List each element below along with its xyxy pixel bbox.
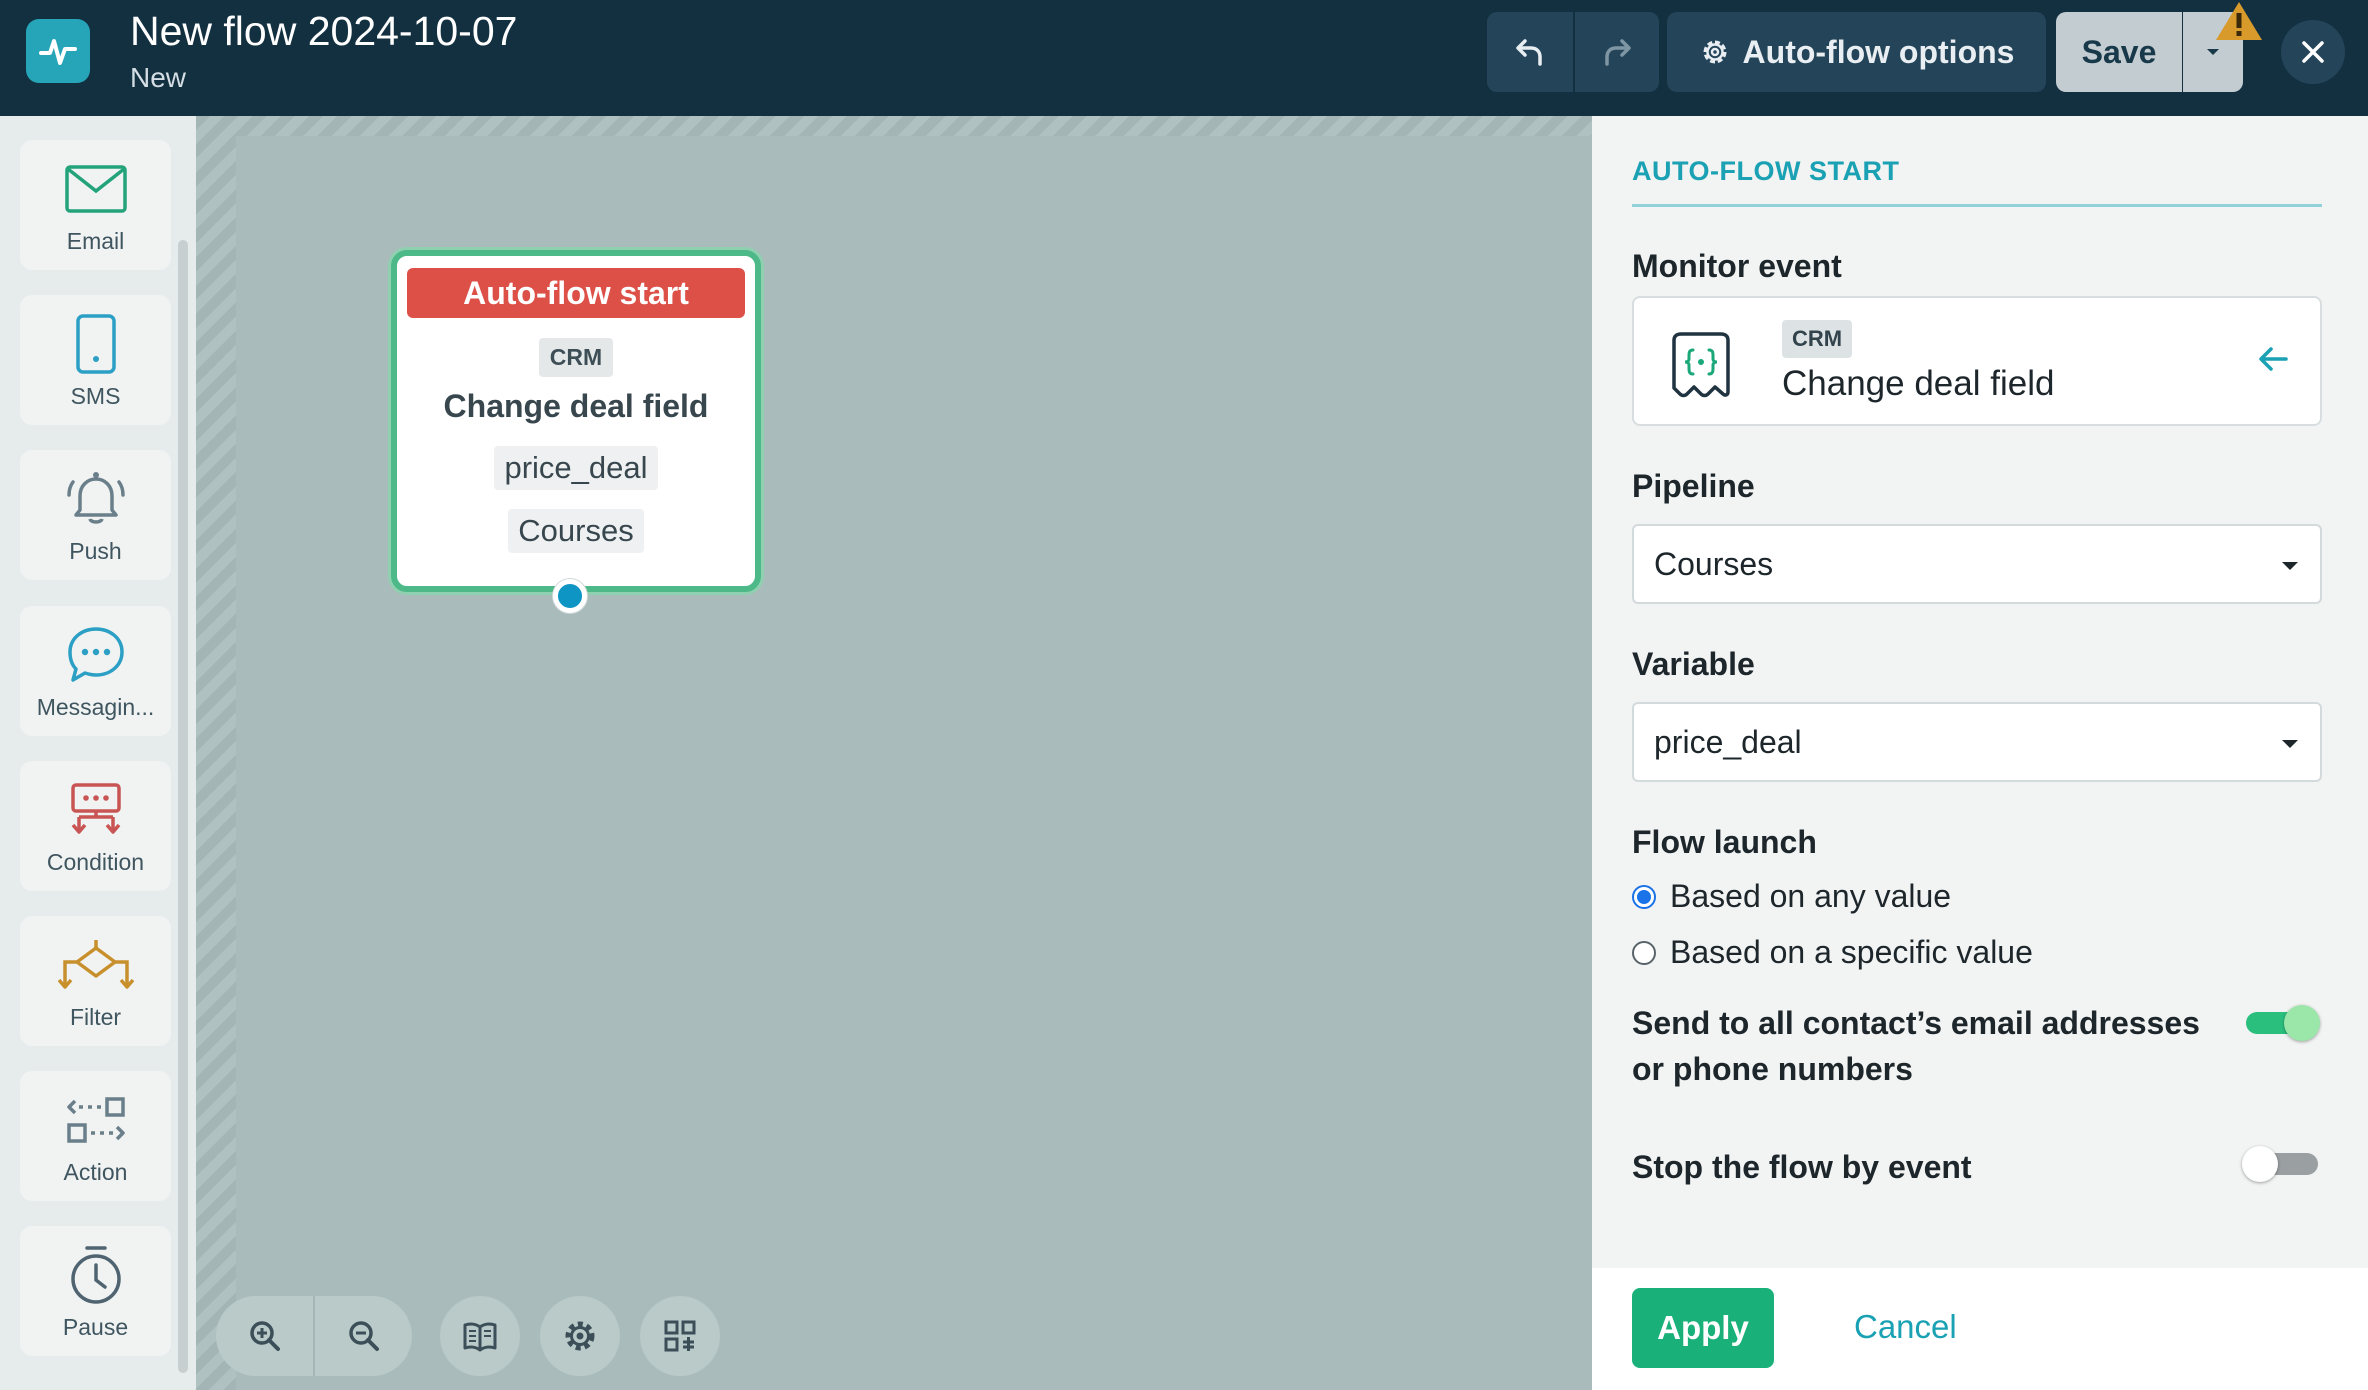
crm-event-icon	[1672, 332, 1730, 398]
toolbox-item-label: Filter	[69, 1004, 122, 1030]
apply-button[interactable]: Apply	[1632, 1288, 1774, 1368]
save-button[interactable]: Save	[2056, 12, 2182, 92]
envelope-icon	[64, 165, 127, 213]
undo-icon	[1516, 39, 1542, 66]
flow-status: New	[130, 62, 187, 93]
radio-unselected[interactable]	[1632, 940, 1656, 965]
zoom-in-button[interactable]	[216, 1296, 313, 1376]
chat-bubble-icon	[67, 627, 124, 682]
node-output-connector[interactable]	[553, 579, 587, 613]
variable-label: Variable	[1632, 646, 1755, 682]
undo-button[interactable]	[1487, 12, 1573, 92]
panel-footer: Apply Cancel	[1592, 1268, 2368, 1390]
send-all-contacts-toggle[interactable]	[2242, 1001, 2320, 1041]
zoom-out-button[interactable]	[313, 1296, 412, 1376]
toolbox-item-label: Email	[66, 228, 125, 254]
canvas-settings-button[interactable]	[540, 1296, 620, 1376]
cancel-button[interactable]: Cancel	[1854, 1308, 1957, 1346]
toolbox-item-push[interactable]: Push	[20, 450, 171, 580]
variable-value: price_deal	[1654, 723, 1802, 760]
node-tag: CRM	[538, 338, 614, 377]
settings-panel: AUTO-FLOW START Monitor event CRM Change…	[1592, 116, 2368, 1390]
toolbox-item-filter[interactable]: Filter	[20, 916, 171, 1046]
launch-option-any-value[interactable]: Based on any value	[1632, 878, 1951, 915]
auto-flow-start-node[interactable]: Auto-flow start CRM Change deal field pr…	[391, 250, 761, 613]
zoom-in-icon	[249, 1321, 280, 1351]
redo-icon	[1605, 39, 1631, 66]
node-event: Change deal field	[443, 388, 709, 424]
zoom-controls	[216, 1296, 412, 1376]
caret-down-icon	[2282, 562, 2298, 570]
variable-select[interactable]: price_deal	[1632, 702, 2322, 782]
caret-down-icon	[2282, 740, 2298, 748]
monitor-event-card[interactable]: CRM Change deal field	[1632, 296, 2322, 426]
canvas-edge-hatch	[196, 116, 1592, 136]
zoom-out-icon	[348, 1321, 379, 1351]
stop-flow-by-event-toggle[interactable]	[2242, 1142, 2320, 1182]
stop-flow-by-event-label: Stop the flow by event	[1632, 1149, 1972, 1185]
phone-icon	[75, 314, 116, 374]
node-pipeline-chip: Courses	[508, 509, 644, 553]
node-variable-chip: price_deal	[494, 446, 658, 490]
gear-icon	[565, 1321, 595, 1351]
arrow-left-icon[interactable]	[2256, 344, 2290, 374]
grid-layout-icon	[664, 1320, 696, 1352]
node-title: Auto-flow start	[407, 268, 745, 318]
condition-icon	[70, 783, 121, 834]
pipeline-value: Courses	[1654, 545, 1774, 582]
toolbox-item-messaging[interactable]: Messagin...	[20, 606, 171, 736]
timer-icon	[70, 1246, 121, 1304]
toolbox-item-label: Push	[69, 538, 122, 564]
monitor-event-tag: CRM	[1782, 320, 1853, 358]
chevron-down-icon	[2207, 49, 2219, 55]
pipeline-label: Pipeline	[1632, 468, 1755, 504]
toolbox-scrollbar[interactable]	[178, 240, 188, 1373]
monitor-event-name: Change deal field	[1782, 364, 2055, 403]
toolbox-item-label: SMS	[70, 383, 121, 409]
filter-icon	[57, 940, 134, 989]
close-button[interactable]	[2281, 20, 2345, 84]
flow-launch-label: Flow launch	[1632, 824, 1817, 860]
toolbox-item-sms[interactable]: SMS	[20, 295, 171, 425]
redo-button[interactable]	[1575, 12, 1659, 92]
canvas-edge-hatch	[196, 116, 236, 1390]
close-icon	[2302, 41, 2324, 63]
toolbox-item-label: Messagin...	[36, 694, 155, 720]
launch-option-label: Based on any value	[1670, 878, 1952, 914]
panel-title-underline	[1632, 204, 2322, 207]
gear-icon	[1703, 40, 1727, 64]
app-logo-icon[interactable]	[26, 19, 90, 83]
flow-title[interactable]: New flow 2024-10-07	[130, 8, 517, 54]
book-icon	[463, 1322, 497, 1352]
element-toolbox: Email SMS Push Messagin... Condition Fil…	[0, 116, 196, 1390]
launch-option-label: Based on a specific value	[1670, 934, 2033, 970]
auto-flow-options-label: Auto-flow options	[1742, 33, 2015, 70]
guide-button[interactable]	[440, 1296, 520, 1376]
toolbox-item-label: Action	[63, 1159, 128, 1185]
toolbox-item-condition[interactable]: Condition	[20, 761, 171, 891]
action-icon	[66, 1097, 125, 1143]
radio-selected[interactable]	[1632, 884, 1656, 909]
toolbox-item-pause[interactable]: Pause	[20, 1226, 171, 1356]
send-all-contacts-label: Send to all contact’s email addresses or…	[1632, 1005, 2200, 1087]
warning-icon[interactable]	[2214, 0, 2264, 42]
pipeline-select[interactable]: Courses	[1632, 524, 2322, 604]
panel-section-title: AUTO-FLOW START	[1632, 156, 1900, 186]
toolbox-item-label: Condition	[46, 849, 145, 875]
toolbox-item-action[interactable]: Action	[20, 1071, 171, 1201]
monitor-event-label: Monitor event	[1632, 248, 1842, 284]
launch-option-specific-value[interactable]: Based on a specific value	[1632, 934, 2033, 971]
toolbox-item-email[interactable]: Email	[20, 140, 171, 270]
bell-icon	[66, 472, 125, 524]
auto-flow-options-button[interactable]: Auto-flow options	[1667, 12, 2046, 92]
toolbox-item-label: Pause	[62, 1314, 129, 1340]
minimap-button[interactable]	[640, 1296, 720, 1376]
top-bar: New flow 2024-10-07 New Auto-flow option…	[0, 0, 2368, 116]
